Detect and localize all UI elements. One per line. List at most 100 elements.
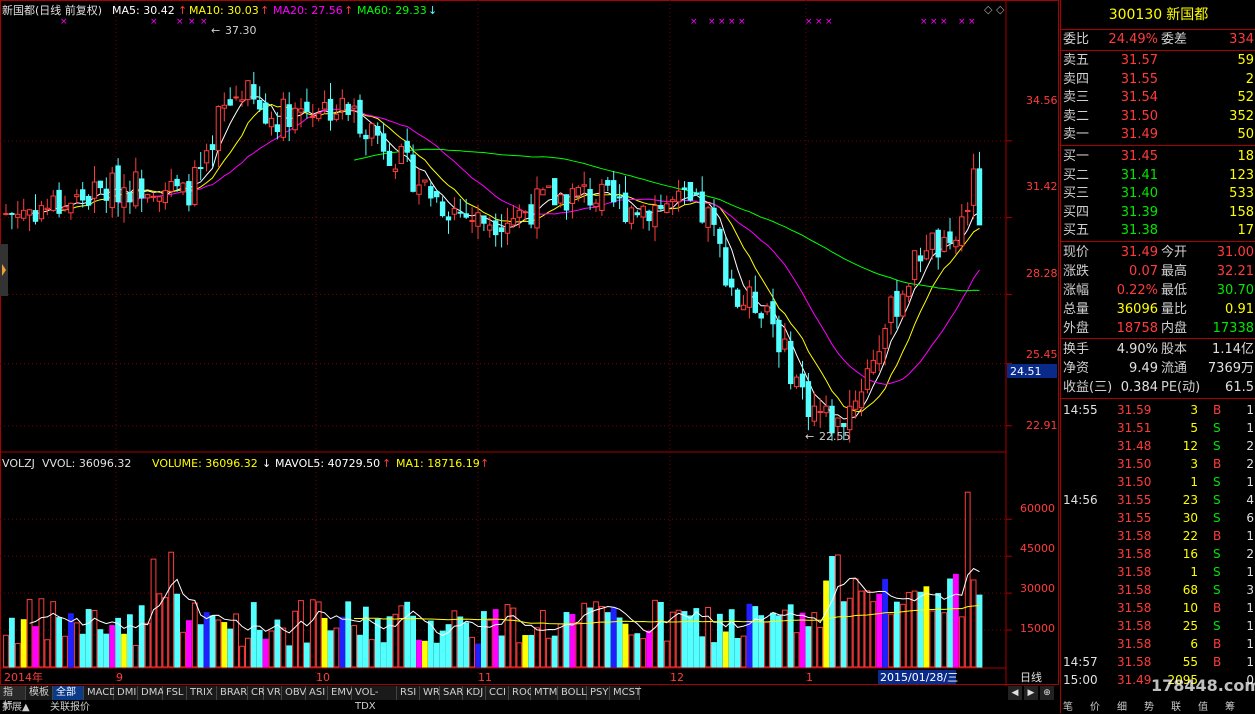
bid-row: 买四 31.39 158 (1061, 204, 1255, 222)
candle-body (162, 190, 169, 204)
bid-label: 买一 (1063, 149, 1090, 164)
bid-row: 买一 31.45 18 (1061, 148, 1255, 166)
candle-body (711, 207, 717, 225)
side-tab[interactable]: 细 (1117, 702, 1127, 713)
tick-count: 1 (1246, 655, 1254, 669)
indicator-tab[interactable]: DMI (114, 686, 138, 700)
candle-body (823, 405, 829, 414)
indicator-tab[interactable]: 模板 (26, 686, 53, 700)
indicator-tab[interactable]: VR (264, 686, 282, 700)
candle-body (398, 145, 405, 165)
candle-body (85, 195, 92, 206)
indicator-tab[interactable]: OBV (282, 686, 306, 700)
volume-bar (793, 632, 800, 668)
candle-body (746, 286, 753, 308)
indicator-tab[interactable]: FSL (163, 686, 187, 700)
ask-label: 卖四 (1063, 71, 1090, 87)
candle-body (493, 220, 499, 236)
indicator-tab[interactable]: KDJ (463, 686, 486, 700)
indicator-tab[interactable]: MCST (610, 686, 641, 700)
indicator-tab[interactable]: SAR (440, 686, 463, 700)
volume-bar (268, 630, 275, 668)
volume-bar (345, 601, 352, 668)
candle-body (327, 98, 334, 121)
candle-body (156, 196, 163, 202)
volume-bar (528, 634, 535, 668)
candle-body (198, 167, 204, 170)
stats-value: 0.384 (1120, 380, 1158, 395)
ask-price: 31.54 (1120, 90, 1158, 105)
candle-body (321, 101, 328, 110)
candle-body (457, 211, 464, 214)
indicator-tab[interactable]: VOL-TDX (352, 686, 397, 712)
side-tab[interactable]: 筹 (1225, 702, 1235, 713)
indicator-tab[interactable]: CR (248, 686, 265, 700)
candle-body (670, 199, 676, 203)
tick-side: S (1213, 619, 1221, 633)
kline-chart[interactable]: × × × × × × × × × × × × × × × × × × 新国都(日线 前复权) MA5: 30.4… (0, 0, 1060, 700)
side-tab[interactable]: 联 (1171, 702, 1181, 713)
signal-mark: × (968, 17, 976, 27)
quote-value: 36096 (1116, 302, 1158, 317)
indicator-tab[interactable]: TRIX (187, 686, 217, 700)
indicator-tab[interactable]: BOLL (558, 686, 587, 700)
indicator-tab[interactable]: BRAR (217, 686, 248, 700)
related-quote-tab[interactable]: 关联报价 (50, 702, 90, 713)
diamond-icon[interactable]: ◇ (984, 3, 993, 16)
indicator-tab[interactable]: WR (420, 686, 440, 700)
indicator-tab[interactable]: EMV (328, 686, 353, 700)
volume-bar (911, 590, 918, 668)
indicator-tab[interactable]: CCI (486, 686, 509, 700)
candle-body (56, 189, 62, 214)
zoom-icon[interactable]: ⊕ (1040, 686, 1054, 700)
volume-bar (351, 625, 358, 668)
kline-svg[interactable]: × × × × × × × × × × × × × × × × × × 新国都(日线 前复权) MA5: 30.4… (0, 0, 1060, 686)
volume-bar (888, 613, 894, 668)
volume-bar (551, 635, 558, 668)
candle-body (304, 101, 310, 113)
volume-bar (498, 635, 505, 668)
indicator-tab[interactable]: 全部 (53, 686, 84, 700)
scroll-right-icon[interactable]: ▶ (1024, 686, 1038, 700)
ma60-arrow-icon: ↓ (428, 4, 437, 17)
quote-label: 最高 (1161, 264, 1188, 279)
tick-time: 14:57 (1063, 655, 1098, 669)
volume-bar (256, 629, 263, 668)
indicator-tab[interactable]: 指标 (0, 686, 26, 712)
volume-bar (640, 638, 647, 668)
tick-count: 1 (1246, 619, 1254, 633)
indicator-tab[interactable]: ROC (509, 686, 534, 700)
indicator-tab[interactable]: PSY (587, 686, 610, 700)
side-tab[interactable]: 值 (1198, 702, 1208, 713)
scroll-left-icon[interactable]: ◀ (1008, 686, 1022, 700)
candle-body (9, 212, 15, 215)
volume-bar (929, 610, 936, 668)
indicator-tab[interactable]: RSI (397, 686, 420, 700)
side-tab[interactable]: 势 (1144, 702, 1154, 713)
side-tab[interactable]: 笔 (1063, 702, 1073, 713)
tick-count: 1 (1246, 403, 1254, 417)
indicator-tab[interactable]: ASI (306, 686, 328, 700)
tick-count: 2 (1246, 439, 1254, 453)
candle-body (947, 231, 953, 244)
indicator-tab[interactable]: MTM (531, 686, 558, 700)
indicator-tab[interactable]: DMA (138, 686, 164, 700)
volume-bar (197, 624, 204, 668)
expand-tab[interactable]: 扩展▲ (2, 702, 30, 713)
volume-bar (26, 599, 33, 668)
volume-bar (327, 630, 334, 668)
side-tab[interactable]: 价 (1090, 702, 1100, 713)
candle-body (622, 192, 629, 223)
period-label[interactable]: 日线 (1020, 670, 1042, 684)
candle-body (50, 195, 56, 211)
stock-name: 新国都 (1166, 7, 1209, 23)
indicator-tab[interactable]: MACD (84, 686, 117, 700)
watermark: 178448.com (1151, 676, 1255, 695)
diamond-icon-2[interactable]: ◇ (996, 3, 1005, 16)
candle-body (504, 222, 511, 234)
signal-mark: × (60, 17, 68, 27)
volume-bar (634, 633, 641, 668)
volume-bar (575, 621, 582, 668)
chart-title: 新国都(日线 前复权) (2, 3, 102, 17)
volume-bar (604, 612, 611, 668)
